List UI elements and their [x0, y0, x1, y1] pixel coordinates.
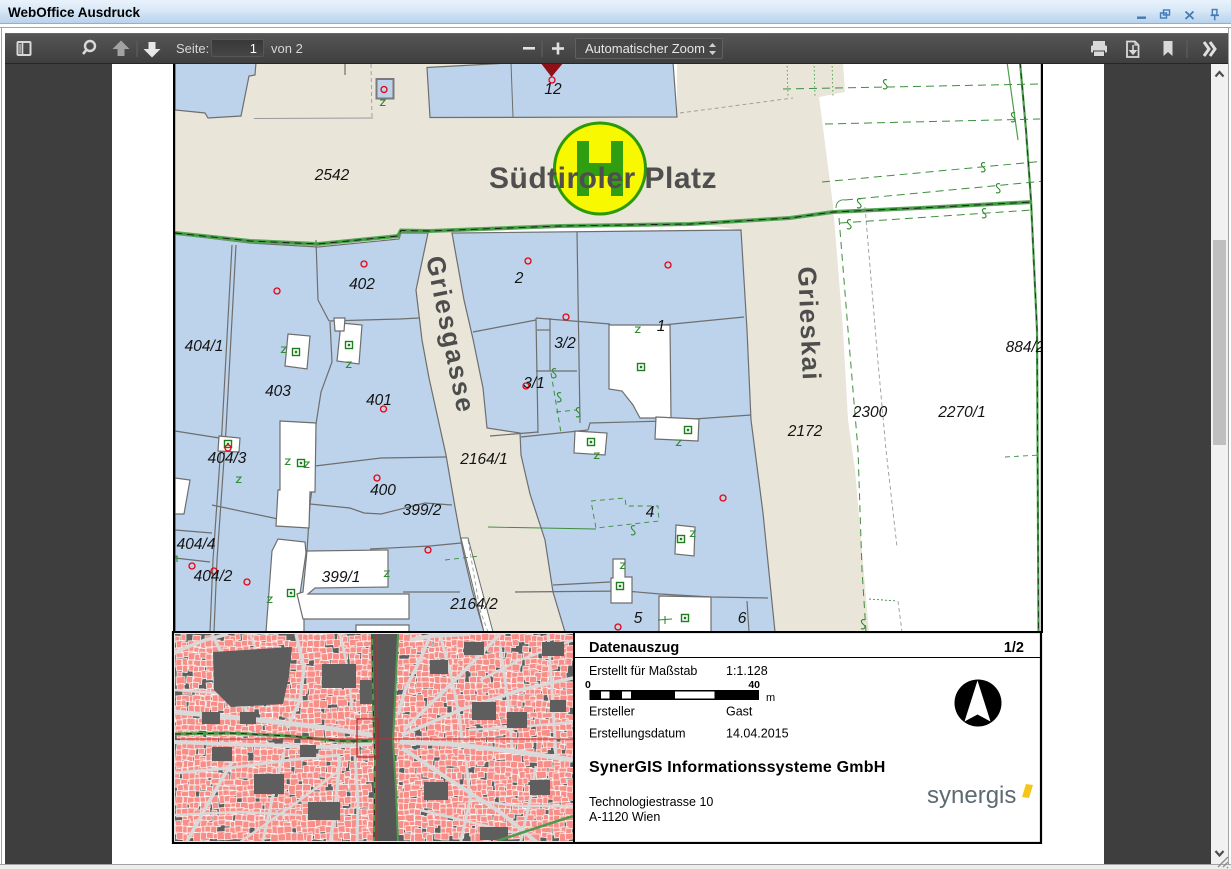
svg-text:399/1: 399/1 — [322, 569, 361, 586]
svg-text:40: 40 — [748, 679, 760, 691]
svg-text:4: 4 — [646, 504, 655, 521]
svg-text:6: 6 — [738, 610, 747, 627]
svg-text:2164/2: 2164/2 — [449, 596, 498, 613]
svg-text:404/4: 404/4 — [177, 536, 216, 553]
svg-text:m: m — [766, 692, 775, 704]
svg-text:2300: 2300 — [852, 404, 888, 421]
svg-text:884/2: 884/2 — [1006, 339, 1043, 356]
svg-text:14.04.2015: 14.04.2015 — [726, 727, 789, 741]
svg-text:2164/1: 2164/1 — [459, 451, 507, 468]
svg-text:Erstellt für Maßstab: Erstellt für Maßstab — [589, 664, 697, 678]
svg-text:404/3: 404/3 — [208, 450, 247, 467]
svg-text:A-1120 Wien: A-1120 Wien — [589, 810, 660, 824]
svg-text:2172: 2172 — [787, 423, 823, 440]
svg-text:3/1: 3/1 — [523, 375, 545, 392]
svg-text:404/2: 404/2 — [194, 568, 233, 585]
svg-text:Südtiroler Platz: Südtiroler Platz — [489, 162, 717, 195]
svg-text:Erstellungsdatum: Erstellungsdatum — [589, 727, 686, 741]
svg-text:12: 12 — [544, 81, 562, 98]
svg-text:5: 5 — [634, 610, 643, 627]
svg-text:SynerGIS Informationssysteme G: SynerGIS Informationssysteme GmbH — [589, 759, 885, 776]
svg-text:2: 2 — [514, 270, 524, 287]
svg-text:403: 403 — [265, 383, 291, 400]
svg-text:Ersteller: Ersteller — [589, 705, 635, 719]
svg-text:2270/1: 2270/1 — [937, 404, 985, 421]
svg-text:Gast: Gast — [726, 705, 753, 719]
svg-text:0: 0 — [585, 679, 591, 691]
svg-text:402: 402 — [349, 276, 375, 293]
svg-text:1: 1 — [657, 318, 666, 335]
svg-text:404/1: 404/1 — [185, 338, 224, 355]
svg-text:399/2: 399/2 — [403, 502, 442, 519]
svg-text:1/2: 1/2 — [1004, 640, 1024, 656]
svg-text:1:1.128: 1:1.128 — [726, 664, 768, 678]
svg-text:synergis: synergis — [927, 782, 1016, 809]
svg-text:3/2: 3/2 — [554, 335, 576, 352]
svg-text:400: 400 — [370, 482, 396, 499]
svg-text:Grieskai: Grieskai — [792, 266, 827, 382]
svg-text:2542: 2542 — [314, 167, 350, 184]
svg-text:Datenauszug: Datenauszug — [589, 640, 679, 656]
svg-text:Technologiestrasse 10: Technologiestrasse 10 — [589, 795, 713, 809]
svg-text:401: 401 — [366, 392, 392, 409]
